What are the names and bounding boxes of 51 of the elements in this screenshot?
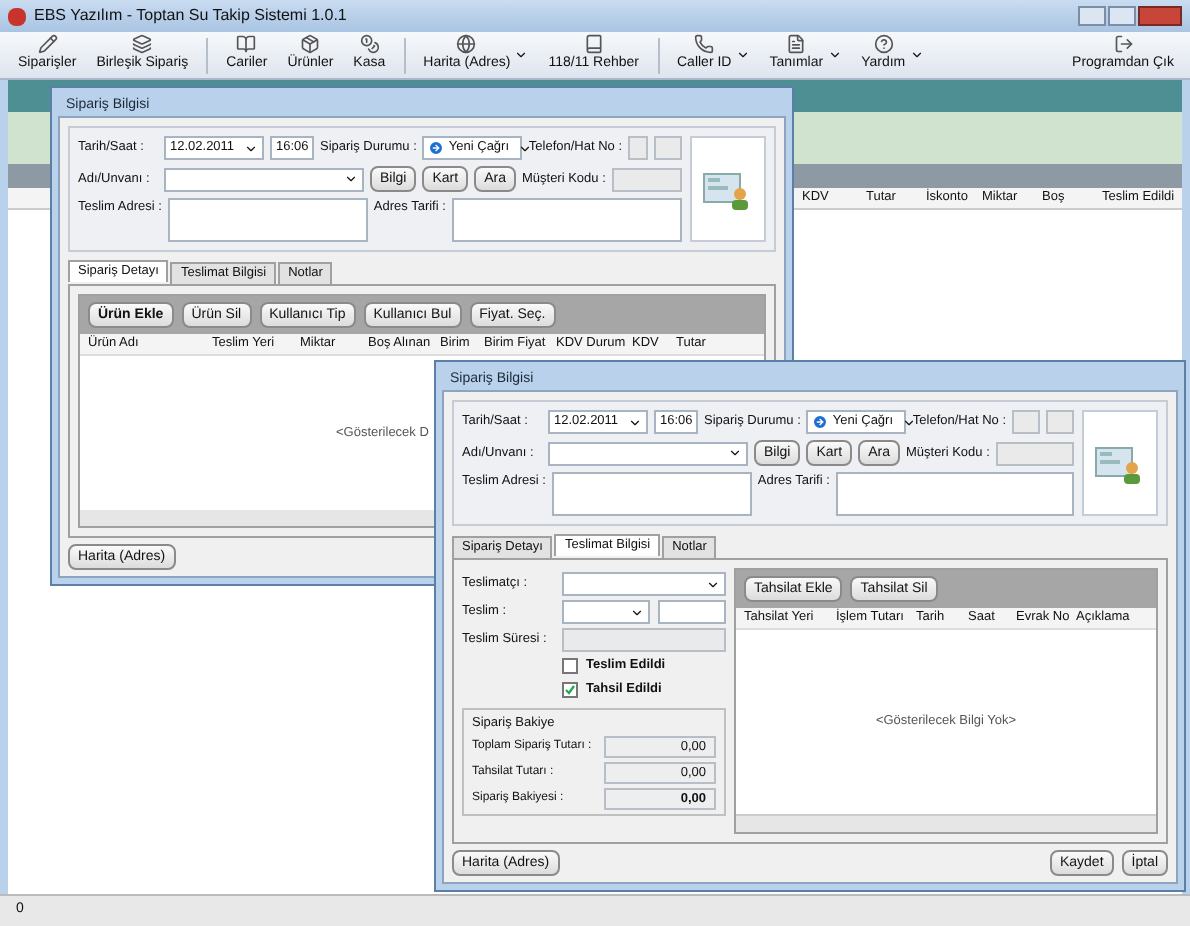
caret-icon (827, 48, 842, 62)
close-button[interactable] (1138, 6, 1182, 26)
customer-code-field[interactable] (995, 441, 1074, 465)
status-icon (428, 140, 445, 156)
scroll-bar[interactable] (736, 814, 1156, 832)
package-icon (300, 34, 321, 55)
layers-icon (132, 34, 153, 55)
duration-field[interactable] (562, 628, 726, 652)
status-icon (812, 414, 829, 430)
app-icon (8, 7, 26, 25)
delivery-dropdown[interactable] (562, 600, 650, 624)
line-field[interactable] (1046, 410, 1074, 434)
directions-field[interactable] (835, 472, 1074, 516)
checkbox[interactable] (562, 657, 578, 674)
minimize-button[interactable] (1078, 6, 1106, 26)
contact-card-icon (1094, 441, 1146, 485)
phone-field[interactable] (628, 136, 648, 160)
caret-icon (628, 415, 642, 429)
caret-icon (514, 48, 529, 62)
caret-icon (728, 446, 742, 460)
caret-icon (344, 172, 358, 186)
help-icon (873, 34, 894, 55)
address-field[interactable] (551, 472, 752, 516)
address-field[interactable] (167, 198, 368, 242)
phone-field[interactable] (1012, 410, 1040, 434)
caret-icon (244, 141, 258, 155)
caret-icon (517, 141, 532, 155)
coins-icon (359, 34, 380, 55)
globe-icon (456, 34, 477, 55)
caret-icon (630, 605, 644, 619)
spin-field[interactable] (658, 600, 726, 624)
caret-icon (901, 415, 916, 429)
line-field[interactable] (654, 136, 682, 160)
directions-field[interactable] (451, 198, 682, 242)
customer-code-field[interactable] (611, 167, 682, 191)
phone-icon (694, 34, 715, 55)
caret-icon (909, 48, 924, 62)
exit-icon (1113, 34, 1134, 55)
book-icon (236, 34, 257, 55)
window-title: EBS Yazılım - Toptan Su Takip Sistemi 1.0.1 (34, 4, 347, 28)
courier-dropdown[interactable] (562, 572, 726, 596)
checkbox[interactable] (562, 681, 578, 698)
maximize-button[interactable] (1108, 6, 1136, 26)
document-icon (786, 34, 807, 55)
book-icon (583, 34, 604, 55)
caret-icon (706, 577, 720, 591)
name-dropdown[interactable] (548, 441, 748, 465)
contact-card-icon (702, 167, 754, 211)
name-dropdown[interactable] (164, 167, 364, 191)
caret-icon (735, 48, 750, 62)
pencil-icon (37, 34, 58, 55)
